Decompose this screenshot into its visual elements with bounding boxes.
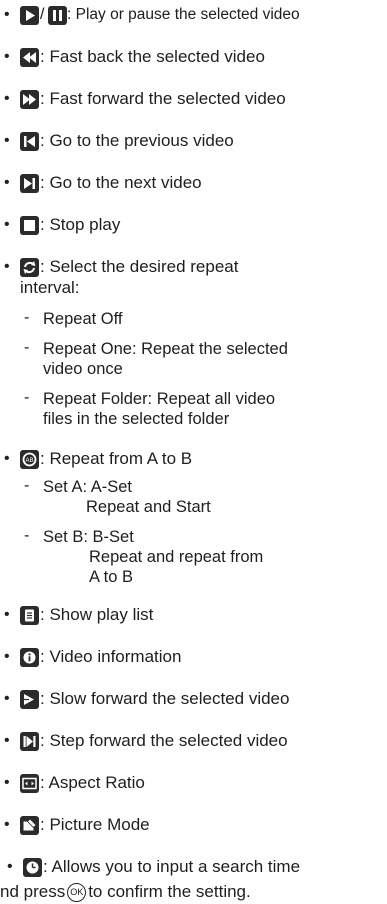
item-text: : Fast forward the selected video bbox=[40, 89, 286, 108]
bullet: • bbox=[4, 216, 10, 233]
play-list-icon bbox=[20, 605, 39, 625]
item-text: : Allows you to input a search time bbox=[43, 857, 301, 876]
item-text: : Video information bbox=[40, 647, 182, 666]
fast-back-icon bbox=[20, 47, 39, 67]
set-b: Set B: B-Set bbox=[43, 528, 134, 546]
info-icon bbox=[20, 647, 39, 667]
bullet: • bbox=[4, 6, 10, 23]
footer-text-after: to confirm the setting. bbox=[88, 882, 251, 901]
dash: - bbox=[24, 339, 30, 356]
picture-mode-icon bbox=[20, 815, 39, 835]
dash: - bbox=[24, 477, 30, 494]
dash: - bbox=[24, 527, 30, 544]
repeat-ab-icon: AB bbox=[20, 449, 39, 469]
play-icon bbox=[20, 5, 39, 25]
previous-video-icon bbox=[20, 131, 39, 151]
item-text: : Step forward the selected video bbox=[40, 731, 288, 750]
bullet: • bbox=[4, 450, 10, 467]
bullet: • bbox=[4, 774, 10, 791]
footer-text-before: nd press bbox=[0, 882, 66, 901]
bullet: • bbox=[4, 606, 10, 623]
bullet: • bbox=[4, 132, 10, 149]
set-b-cont: Repeat and repeat from bbox=[89, 548, 264, 566]
footer-line: nd press OK to confirm the setting. bbox=[0, 880, 251, 904]
item-text: : Fast back the selected video bbox=[40, 47, 265, 66]
bullet: • bbox=[4, 90, 10, 107]
bullet: • bbox=[4, 648, 10, 665]
item-text: : Picture Mode bbox=[40, 815, 150, 834]
stop-icon bbox=[20, 215, 39, 235]
bullet: • bbox=[4, 732, 10, 749]
bullet: • bbox=[4, 690, 10, 707]
repeat-one-cont: video once bbox=[43, 360, 123, 378]
item-text: : Select the desired repeat bbox=[40, 257, 239, 276]
set-b-cont2: A to B bbox=[89, 568, 134, 586]
item-text: : Go to the next video bbox=[40, 173, 202, 192]
item-text: : Play or pause the selected video bbox=[67, 6, 300, 23]
bullet: • bbox=[7, 858, 13, 875]
bullet: • bbox=[4, 48, 10, 65]
item-text: : Slow forward the selected video bbox=[40, 689, 290, 708]
svg-text:AB: AB bbox=[25, 458, 33, 464]
slash-separator: / bbox=[40, 6, 45, 23]
item-text-continued: interval: bbox=[20, 278, 80, 297]
repeat-off: Repeat Off bbox=[43, 310, 123, 328]
bullet: • bbox=[4, 258, 10, 275]
search-time-icon bbox=[23, 857, 42, 877]
next-video-icon bbox=[20, 173, 39, 193]
step-forward-icon bbox=[20, 731, 39, 751]
item-text: : Stop play bbox=[40, 215, 121, 234]
repeat-folder-cont: files in the selected folder bbox=[43, 410, 230, 428]
pause-icon bbox=[48, 5, 67, 25]
item-text: : Aspect Ratio bbox=[40, 773, 145, 792]
item-text: : Go to the previous video bbox=[40, 131, 234, 150]
aspect-ratio-icon bbox=[20, 773, 39, 793]
item-text: : Repeat from A to B bbox=[40, 449, 193, 468]
dash: - bbox=[24, 309, 30, 326]
bullet: • bbox=[4, 174, 10, 191]
repeat-folder: Repeat Folder: Repeat all video bbox=[43, 390, 276, 408]
bullet: • bbox=[4, 816, 10, 833]
fast-forward-icon bbox=[20, 89, 39, 109]
item-text: : Show play list bbox=[40, 605, 154, 624]
set-a: Set A: A-Set bbox=[43, 478, 132, 496]
set-a-cont: Repeat and Start bbox=[86, 498, 211, 516]
slow-forward-icon bbox=[20, 689, 39, 709]
repeat-icon bbox=[20, 257, 39, 277]
dash: - bbox=[24, 389, 30, 406]
repeat-one: Repeat One: Repeat the selected bbox=[43, 340, 288, 358]
ok-button-icon: OK bbox=[67, 882, 87, 902]
